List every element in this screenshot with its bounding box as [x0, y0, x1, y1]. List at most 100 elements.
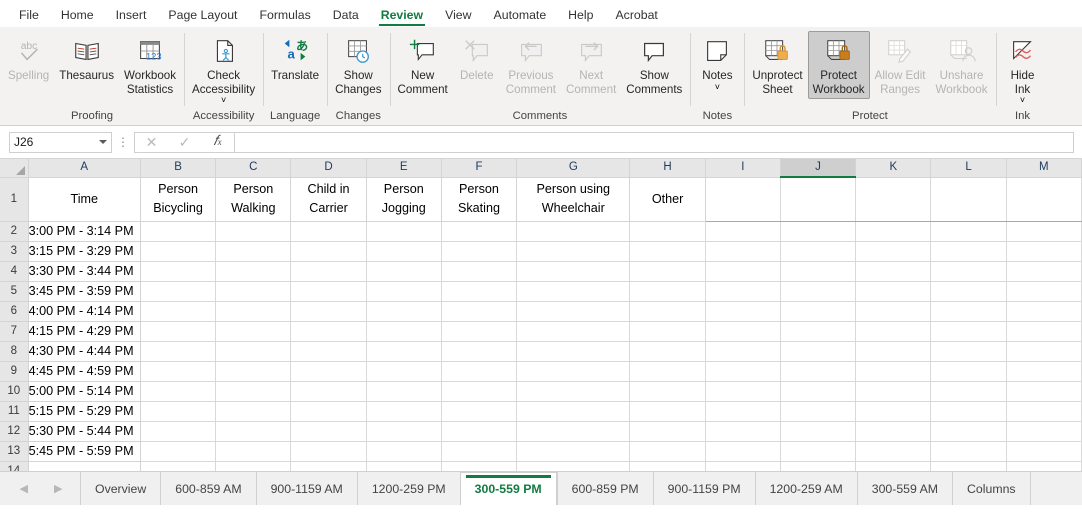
empty-cell[interactable] [215, 461, 292, 471]
name-box[interactable]: J26 [9, 131, 112, 153]
empty-cell[interactable] [140, 321, 217, 342]
empty-cell[interactable] [290, 301, 367, 322]
ribbon-tab-home[interactable]: Home [50, 8, 105, 27]
column-header-G[interactable]: G [516, 159, 631, 178]
empty-cell[interactable] [705, 421, 781, 442]
empty-cell[interactable] [1006, 281, 1082, 302]
empty-cell[interactable] [930, 321, 1007, 342]
empty-cell[interactable] [930, 301, 1007, 322]
empty-cell[interactable] [930, 341, 1007, 362]
empty-cell[interactable] [441, 421, 518, 442]
empty-cell[interactable] [780, 177, 857, 222]
column-header-F[interactable]: F [441, 159, 518, 178]
empty-cell[interactable] [366, 241, 442, 262]
empty-cell[interactable] [441, 321, 518, 342]
empty-cell[interactable] [215, 361, 292, 382]
empty-cell[interactable] [140, 221, 217, 242]
row-header-3[interactable]: 3 [0, 241, 29, 262]
empty-cell[interactable] [930, 221, 1007, 242]
ribbon-tab-page-layout[interactable]: Page Layout [157, 8, 248, 27]
empty-cell[interactable] [290, 241, 367, 262]
sheet-tab-columns[interactable]: Columns [952, 472, 1031, 505]
empty-cell[interactable] [366, 461, 442, 471]
empty-cell[interactable] [629, 281, 706, 302]
empty-cell[interactable] [366, 341, 442, 362]
time-range-cell[interactable]: 4:30 PM - 4:44 PM [28, 341, 141, 362]
column-header-C[interactable]: C [215, 159, 292, 178]
time-range-cell[interactable]: 5:15 PM - 5:29 PM [28, 401, 141, 422]
empty-cell[interactable] [930, 421, 1007, 442]
empty-cell[interactable] [215, 221, 292, 242]
empty-cell[interactable] [629, 421, 706, 442]
ribbon-button-show-comments[interactable]: Show Comments [621, 31, 687, 99]
empty-cell[interactable] [516, 381, 631, 402]
cancel-x-icon[interactable]: ✕ [135, 133, 168, 152]
ribbon-tab-formulas[interactable]: Formulas [248, 8, 321, 27]
time-range-cell[interactable]: 4:15 PM - 4:29 PM [28, 321, 141, 342]
empty-cell[interactable] [215, 321, 292, 342]
empty-cell[interactable] [855, 401, 932, 422]
ribbon-tab-automate[interactable]: Automate [483, 8, 558, 27]
empty-cell[interactable] [215, 301, 292, 322]
empty-cell[interactable] [705, 441, 781, 462]
empty-cell[interactable] [290, 461, 367, 471]
column-header-M[interactable]: M [1006, 159, 1082, 178]
empty-cell[interactable] [705, 321, 781, 342]
empty-cell[interactable] [290, 441, 367, 462]
empty-cell[interactable] [290, 281, 367, 302]
insert-function-fx-icon[interactable]: 𝑓x [201, 133, 234, 152]
empty-cell[interactable] [930, 261, 1007, 282]
empty-cell[interactable] [516, 281, 631, 302]
empty-cell[interactable] [366, 441, 442, 462]
empty-cell[interactable] [516, 241, 631, 262]
empty-cell[interactable] [855, 421, 932, 442]
empty-cell[interactable] [1006, 361, 1082, 382]
empty-cell[interactable] [855, 441, 932, 462]
select-all-corner[interactable] [0, 159, 29, 178]
column-header-L[interactable]: L [930, 159, 1007, 178]
empty-cell[interactable] [441, 241, 518, 262]
empty-cell[interactable] [1006, 301, 1082, 322]
empty-cell[interactable] [441, 361, 518, 382]
empty-cell[interactable] [930, 401, 1007, 422]
empty-cell[interactable] [215, 281, 292, 302]
column-title-cell[interactable]: Person Jogging [366, 176, 442, 222]
row-header-14[interactable]: 14 [0, 461, 29, 471]
empty-cell[interactable] [855, 341, 932, 362]
empty-cell[interactable] [705, 401, 781, 422]
empty-cell[interactable] [855, 281, 932, 302]
column-header-K[interactable]: K [855, 159, 932, 178]
row-header-8[interactable]: 8 [0, 341, 29, 362]
empty-cell[interactable] [290, 381, 367, 402]
empty-cell[interactable] [855, 361, 932, 382]
column-title-cell[interactable]: Person Walking [215, 176, 292, 222]
column-title-cell[interactable]: Child in Carrier [290, 176, 367, 222]
column-header-D[interactable]: D [290, 159, 367, 178]
empty-cell[interactable] [516, 361, 631, 382]
empty-cell[interactable] [215, 421, 292, 442]
empty-cell[interactable] [629, 361, 706, 382]
time-range-cell[interactable] [28, 461, 141, 471]
sheet-tab-1200-259-am[interactable]: 1200-259 AM [754, 472, 857, 505]
column-header-A[interactable]: A [28, 159, 141, 178]
ribbon-button-workbook-statistics[interactable]: 123 Workbook Statistics [119, 31, 181, 99]
empty-cell[interactable] [930, 381, 1007, 402]
empty-cell[interactable] [1006, 401, 1082, 422]
empty-cell[interactable] [140, 401, 217, 422]
empty-cell[interactable] [629, 321, 706, 342]
ribbon-button-show-changes[interactable]: Show Changes [330, 31, 386, 99]
empty-cell[interactable] [290, 341, 367, 362]
empty-cell[interactable] [705, 461, 781, 471]
empty-cell[interactable] [780, 301, 857, 322]
empty-cell[interactable] [930, 281, 1007, 302]
ribbon-tab-help[interactable]: Help [557, 8, 604, 27]
row-header-2[interactable]: 2 [0, 221, 29, 242]
empty-cell[interactable] [855, 241, 932, 262]
empty-cell[interactable] [140, 341, 217, 362]
time-range-cell[interactable]: 3:15 PM - 3:29 PM [28, 241, 141, 262]
empty-cell[interactable] [140, 301, 217, 322]
empty-cell[interactable] [780, 441, 857, 462]
name-box-dropdown-icon[interactable] [99, 140, 107, 144]
time-range-cell[interactable]: 5:00 PM - 5:14 PM [28, 381, 141, 402]
empty-cell[interactable] [441, 441, 518, 462]
